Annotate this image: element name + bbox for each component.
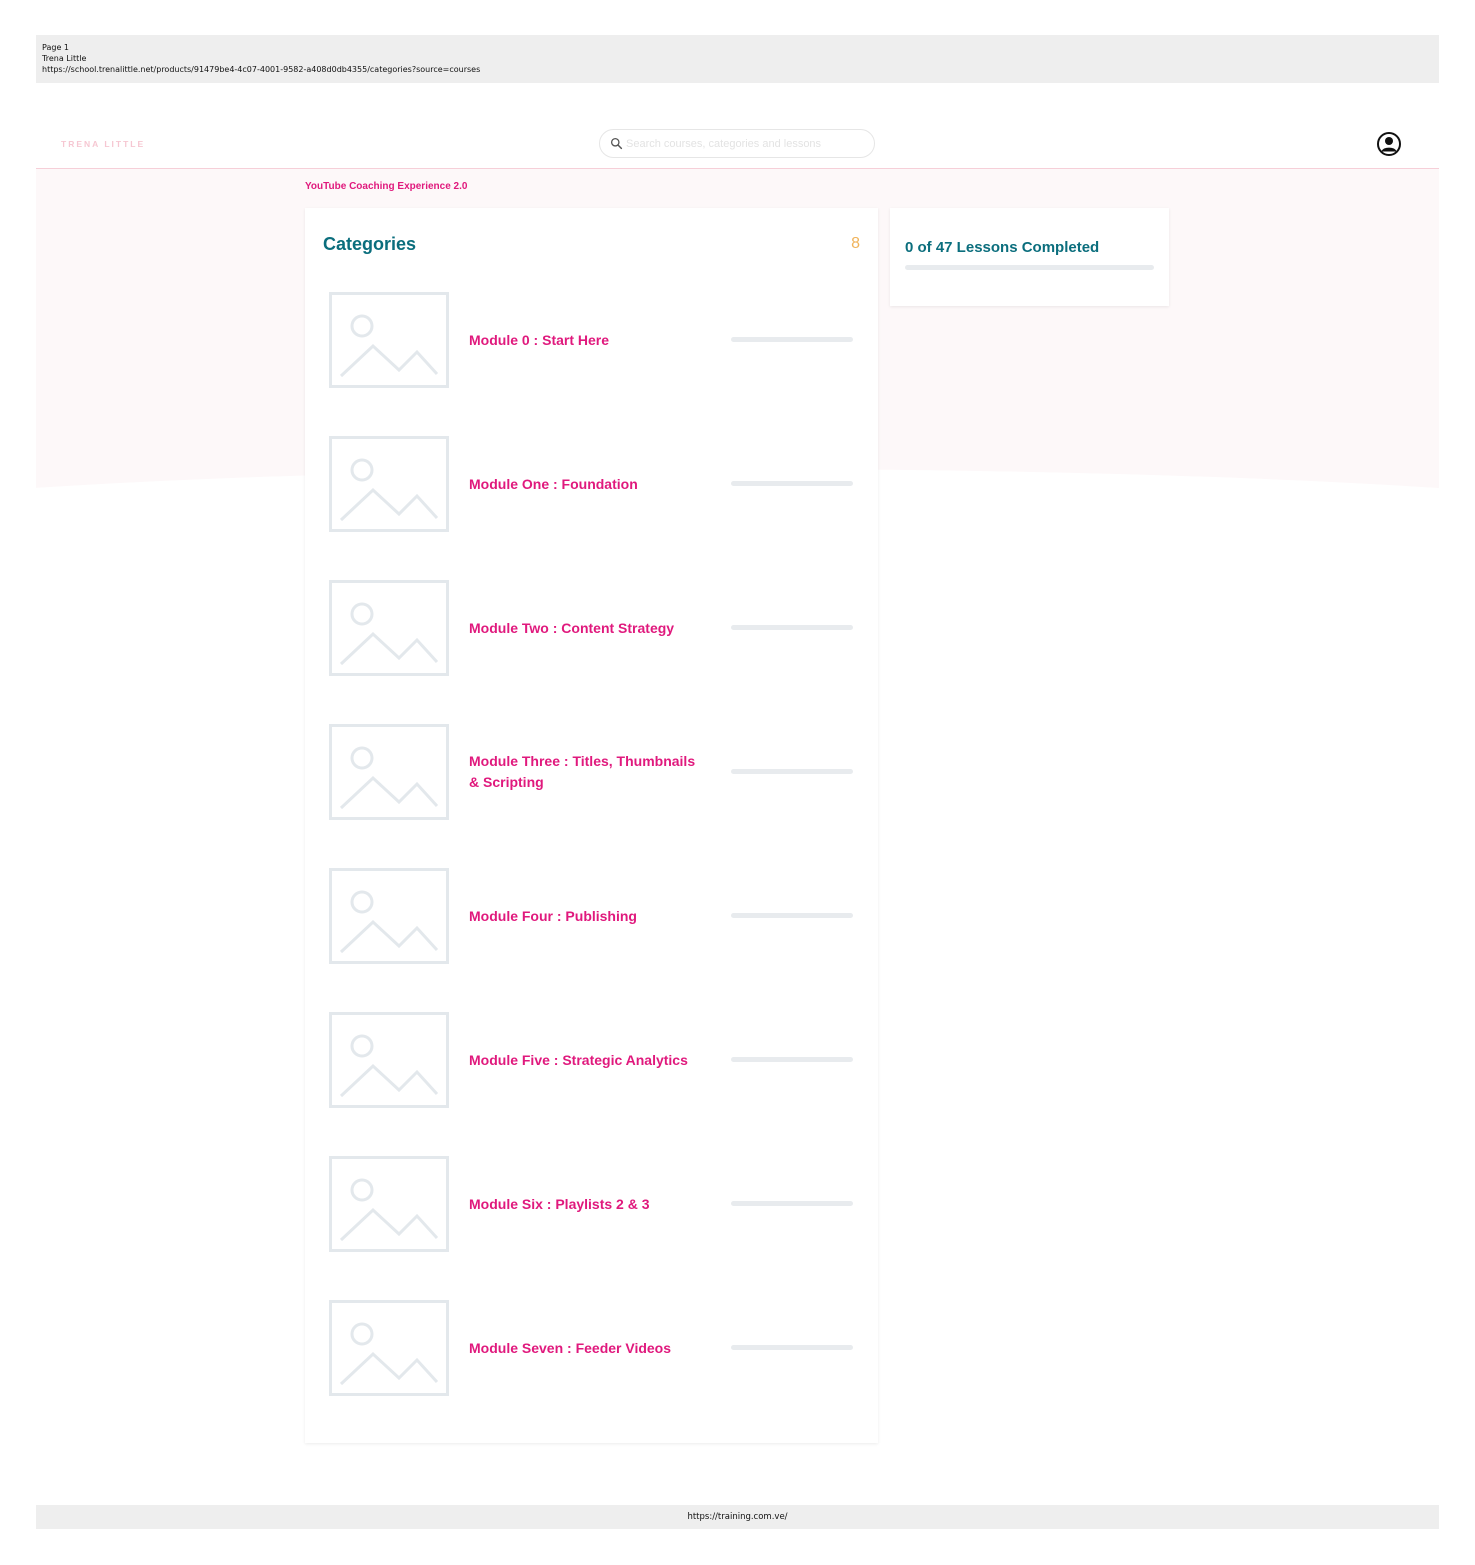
category-progress-bar <box>731 913 853 918</box>
search-box[interactable] <box>599 129 875 158</box>
category-progress-bar <box>731 625 853 630</box>
category-item[interactable]: Module Four : Publishing <box>329 868 859 964</box>
lessons-progress-bar <box>905 265 1154 270</box>
category-title[interactable]: Module Six : Playlists 2 & 3 <box>469 1156 709 1252</box>
image-placeholder-icon <box>329 724 449 820</box>
image-placeholder-icon <box>329 436 449 532</box>
image-placeholder-icon <box>329 580 449 676</box>
image-placeholder-icon <box>329 1012 449 1108</box>
print-header: Page 1 Trena Little https://school.trena… <box>36 35 1439 83</box>
category-progress-bar <box>731 1201 853 1206</box>
image-placeholder-icon <box>329 1156 449 1252</box>
print-page-title: Trena Little <box>42 54 87 63</box>
search-input[interactable] <box>626 134 866 154</box>
category-item[interactable]: Module Seven : Feeder Videos <box>329 1300 859 1396</box>
category-item[interactable]: Module Three : Titles, Thumbnails & Scri… <box>329 724 859 820</box>
site-logo[interactable]: TRENA LITTLE <box>61 139 145 149</box>
category-progress-bar <box>731 769 853 774</box>
category-item[interactable]: Module Two : Content Strategy <box>329 580 859 676</box>
lessons-progress-card: 0 of 47 Lessons Completed <box>890 208 1169 306</box>
print-page-url: https://school.trenalittle.net/products/… <box>42 65 481 74</box>
category-item[interactable]: Module 0 : Start Here <box>329 292 859 388</box>
category-item[interactable]: Module Six : Playlists 2 & 3 <box>329 1156 859 1252</box>
category-title[interactable]: Module 0 : Start Here <box>469 292 709 388</box>
category-title[interactable]: Module Three : Titles, Thumbnails & Scri… <box>469 724 709 820</box>
image-placeholder-icon <box>329 292 449 388</box>
top-navigation-bar: TRENA LITTLE <box>36 83 1439 169</box>
print-footer: https://training.com.ve/ <box>36 1505 1439 1529</box>
category-title[interactable]: Module Seven : Feeder Videos <box>469 1300 709 1396</box>
category-title[interactable]: Module Two : Content Strategy <box>469 580 709 676</box>
category-item[interactable]: Module One : Foundation <box>329 436 859 532</box>
lessons-completed-text: 0 of 47 Lessons Completed <box>905 239 1100 256</box>
site: TRENA LITTLE YouTube Coaching Experience… <box>36 83 1439 1470</box>
print-page-number: Page 1 <box>42 43 69 52</box>
category-title[interactable]: Module Five : Strategic Analytics <box>469 1012 709 1108</box>
category-title[interactable]: Module Four : Publishing <box>469 868 709 964</box>
categories-heading: Categories <box>323 234 417 254</box>
image-placeholder-icon <box>329 868 449 964</box>
category-progress-bar <box>731 1345 853 1350</box>
category-progress-bar <box>731 337 853 342</box>
breadcrumb-course-link[interactable]: YouTube Coaching Experience 2.0 <box>305 181 467 192</box>
category-item[interactable]: Module Five : Strategic Analytics <box>329 1012 859 1108</box>
account-circle-icon[interactable] <box>1376 131 1402 157</box>
categories-card: Categories 8 Module 0 : Start Here Module… <box>305 208 878 1443</box>
category-progress-bar <box>731 481 853 486</box>
image-placeholder-icon <box>329 1300 449 1396</box>
categories-count: 8 <box>851 235 860 252</box>
category-progress-bar <box>731 1057 853 1062</box>
category-title[interactable]: Module One : Foundation <box>469 436 709 532</box>
search-icon <box>610 137 623 150</box>
